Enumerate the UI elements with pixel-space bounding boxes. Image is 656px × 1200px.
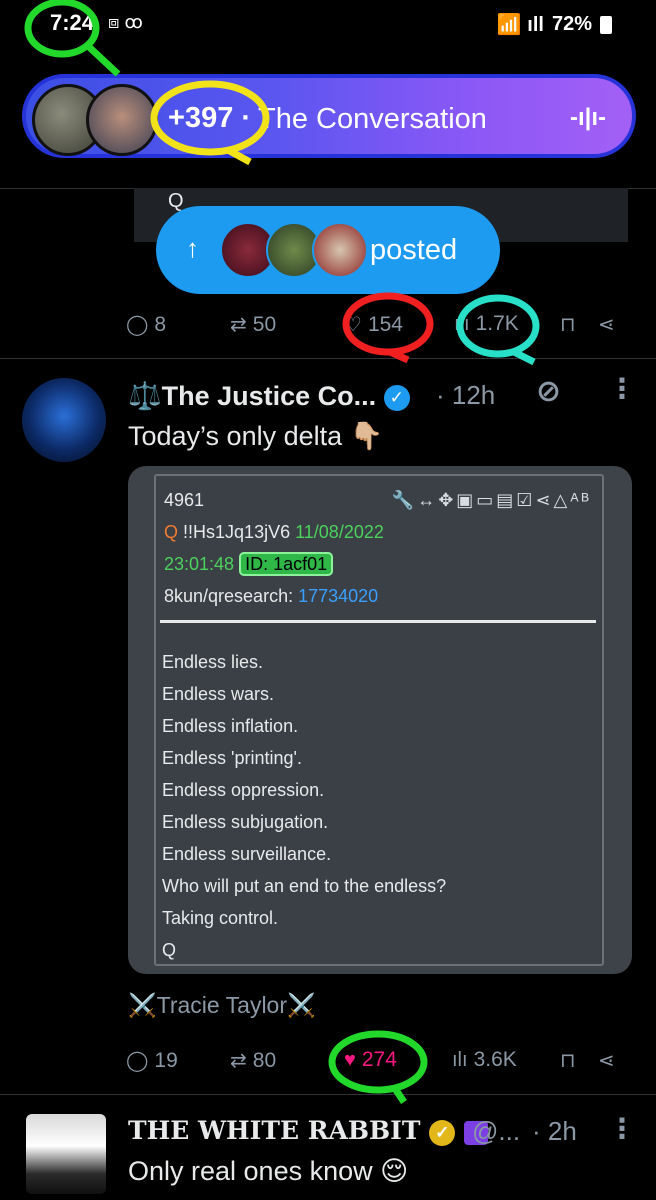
author-avatar[interactable] (22, 378, 106, 462)
status-time: 7:24 (50, 10, 95, 35)
q-line: Endless inflation. (162, 716, 299, 736)
author-handle: @... (472, 1116, 521, 1146)
audio-wave-icon: -ı|ı- (569, 104, 606, 131)
separator (160, 620, 596, 623)
q-line: Endless lies. (162, 652, 264, 672)
heart-icon: ♡ (344, 314, 362, 336)
view-count: 3.6K (473, 1048, 517, 1071)
like-count: 154 (367, 312, 403, 336)
posted-label: posted (370, 234, 458, 266)
share-icon: ⋖ (598, 314, 615, 336)
heart-filled-icon: ♥ (344, 1048, 356, 1071)
annotation-views-tail (512, 348, 536, 366)
q-label: Q (164, 522, 179, 542)
q-line: Endless subjugation. (162, 812, 329, 832)
poster-avatar-3 (312, 222, 368, 278)
author-avatar[interactable] (26, 1114, 106, 1194)
q-line: Endless wars. (162, 684, 275, 704)
repost-button[interactable]: ⇄ 50 (230, 312, 276, 337)
views-icon: ılı (452, 1048, 468, 1071)
bookmark-button[interactable]: ⊓ (560, 312, 576, 337)
like-button[interactable]: ♡ 154 (344, 312, 403, 337)
bookmark-button[interactable]: ⊓ (560, 1048, 576, 1073)
repost-count: 80 (252, 1048, 277, 1072)
reply-button[interactable]: ◯ 19 (126, 1048, 178, 1073)
new-posts-button[interactable]: ↑ posted (156, 206, 500, 294)
author-line: Q !!Hs1Jq13jV6 11/08/2022 (164, 522, 384, 543)
q-line: Q (162, 940, 177, 960)
image-caption: ⚔️Tracie Taylor⚔️ (128, 992, 316, 1018)
toolbar-icons: 🔧↔✥▣▭▤☑⋖△ᴬᴮ (391, 490, 592, 510)
repost-icon: ⇄ (230, 314, 247, 336)
board-line: 8kun/qresearch: 17734020 (164, 586, 378, 607)
verified-badge-icon: ✓ (429, 1119, 456, 1146)
spaces-banner[interactable]: +397 · The Conversation -ı|ı- (22, 74, 636, 158)
share-icon: ⋖ (598, 1050, 615, 1072)
status-right: 📶 ıll 72% (497, 12, 612, 37)
author-name-text: THE WHITE RABBIT (128, 1116, 421, 1145)
battery-icon (600, 15, 612, 34)
grok-icon[interactable]: ⊘ (536, 374, 561, 409)
share-button[interactable]: ⋖ (598, 312, 615, 337)
thread-number: 17734020 (298, 586, 379, 606)
annotation-likes2-tail (393, 1088, 407, 1104)
arrow-up-icon: ↑ (186, 233, 199, 263)
bookmark-icon: ⊓ (560, 1050, 576, 1072)
views-icon: ılı (454, 312, 470, 335)
post-number: 4961 (164, 490, 205, 510)
q-line: Endless oppression. (162, 780, 325, 800)
reply-button[interactable]: ◯ 8 (126, 312, 166, 337)
more-options-icon[interactable]: ⋮ (608, 1112, 636, 1145)
view-count: 1.7K (475, 312, 519, 335)
q-line: Taking control. (162, 908, 279, 928)
board-name: 8kun/qresearch: (164, 586, 294, 606)
post-time: · 12h (436, 380, 496, 410)
tripcode: !!Hs1Jq13jV6 (183, 522, 291, 542)
more-options-icon[interactable]: ⋮ (608, 372, 636, 405)
prev-post-actions: ◯ 8 ⇄ 50 ♡ 154 ılı 1.7K ⊓ ⋖ (126, 306, 636, 346)
reply-count: 19 (154, 1048, 178, 1072)
q-drop-card: 4961 🔧↔✥▣▭▤☑⋖△ᴬᴮ Q !!Hs1Jq13jV6 11/08/20… (154, 474, 604, 966)
reply-icon: ◯ (126, 1050, 149, 1072)
post-actions: ◯ 19 ⇄ 80 ♥ 274 ılı 3.6K ⊓ ⋖ (126, 1042, 636, 1082)
like-count: 274 (361, 1048, 397, 1071)
reply-icon: ◯ (126, 314, 149, 336)
post-clock: 23:01:48 (164, 554, 235, 574)
repost-button[interactable]: ⇄ 80 (230, 1048, 276, 1073)
author-name[interactable]: ⚖️The Justice Co... ✓ (128, 380, 410, 412)
divider (0, 1094, 656, 1095)
verified-badge-icon: ✓ (383, 384, 410, 411)
status-bar: 7:24 ⧈ ꝏ 📶 ıll 72% (0, 0, 656, 52)
q-line: Endless surveillance. (162, 844, 332, 864)
reply-count: 8 (154, 312, 167, 336)
author-name[interactable]: THE WHITE RABBIT ✓ (128, 1116, 488, 1146)
id-badge: ID: 1acf01 (239, 552, 334, 576)
listener-count: +397 · (168, 102, 252, 134)
post-time: · 2h (532, 1116, 577, 1146)
time-line: 23:01:48 ID: 1acf01 (164, 552, 334, 576)
bookmark-icon: ⊓ (560, 314, 576, 336)
listener-avatar (86, 84, 158, 156)
battery-level: 72% (551, 13, 592, 35)
author-name-text: ⚖️The Justice Co... (128, 381, 377, 411)
post-text: Today’s only delta 👇🏼 (128, 421, 384, 451)
like-button[interactable]: ♥ 274 (344, 1048, 397, 1072)
repost-count: 50 (252, 312, 277, 336)
q-line: Endless 'printing'. (162, 748, 302, 768)
repost-icon: ⇄ (230, 1050, 247, 1072)
space-title: The Conversation (258, 103, 487, 135)
post-text: Only real ones know 😌 (128, 1156, 409, 1186)
notification-icons: ⧈ ꝏ (108, 12, 143, 32)
wifi-signal-icon: 📶 ıll (496, 14, 544, 36)
share-button[interactable]: ⋖ (598, 1048, 615, 1073)
views-button[interactable]: ılı 1.7K (454, 312, 519, 336)
q-line: Who will put an end to the endless? (162, 876, 447, 896)
post-image[interactable]: 4961 🔧↔✥▣▭▤☑⋖△ᴬᴮ Q !!Hs1Jq13jV6 11/08/20… (128, 466, 632, 974)
views-button[interactable]: ılı 3.6K (452, 1048, 517, 1072)
post-date: 11/08/2022 (295, 522, 384, 542)
divider (0, 358, 656, 359)
